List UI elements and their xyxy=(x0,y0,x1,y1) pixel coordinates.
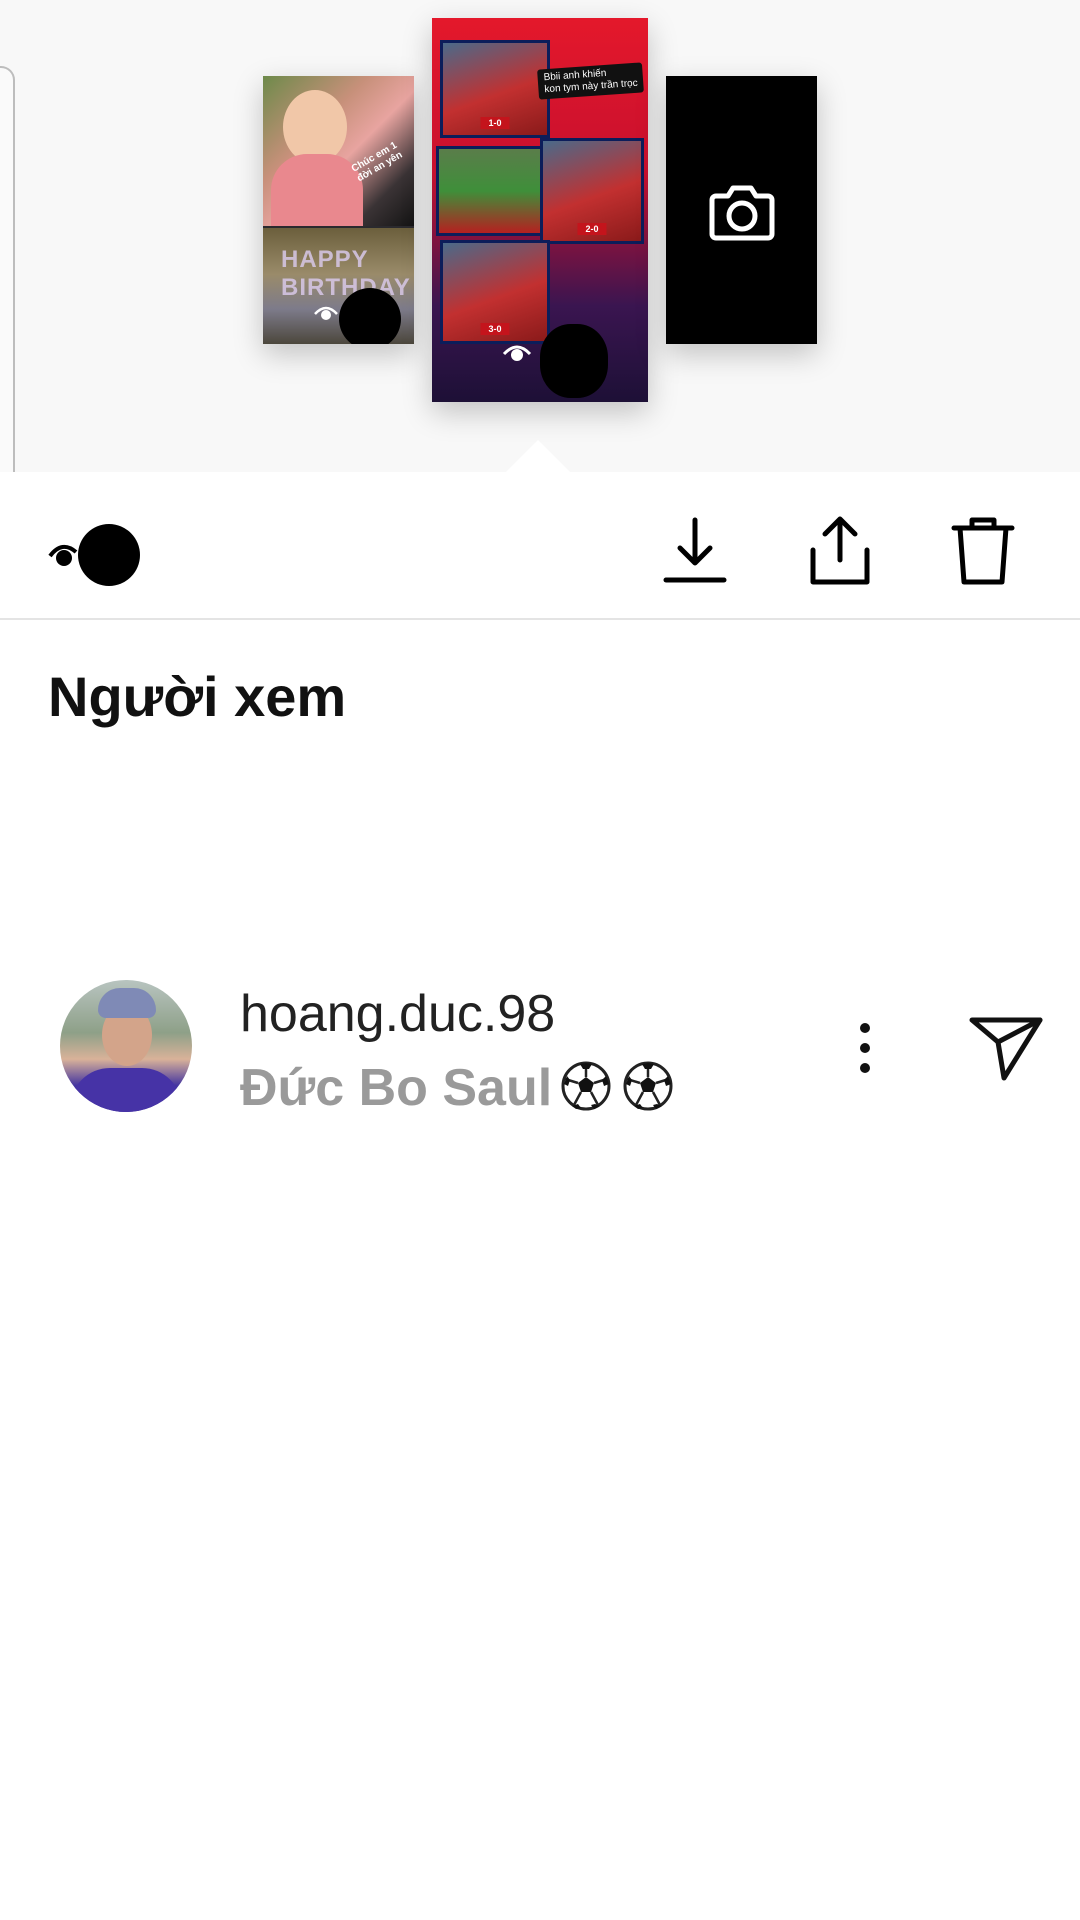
add-story-camera[interactable] xyxy=(666,76,817,344)
avatar-shirt xyxy=(70,1068,182,1112)
story-gallery: Chúc em 1 đời an yên HAPPY BIRTHDAY 1-0 … xyxy=(0,0,1080,510)
previous-panel-edge[interactable] xyxy=(0,66,15,510)
send-icon xyxy=(969,1017,1043,1081)
score-badge: 3-0 xyxy=(480,323,510,335)
viewer-list-item[interactable]: hoang.duc.98 Đức Bo Saul xyxy=(0,970,1080,1120)
redaction-blob xyxy=(540,324,608,398)
more-vertical-icon xyxy=(860,1023,870,1073)
send-message-button[interactable] xyxy=(968,1012,1044,1084)
score-badge: 1-0 xyxy=(480,117,510,129)
score-badge: 2-0 xyxy=(577,223,607,235)
share-icon xyxy=(810,516,870,585)
viewers-title: Người xem xyxy=(48,665,347,728)
redaction-blob xyxy=(78,524,140,586)
viewer-full-name: Đức Bo Saul xyxy=(240,1059,553,1117)
download-button[interactable] xyxy=(660,512,730,588)
football-tile-4: 3-0 xyxy=(440,240,550,344)
story-action-bar xyxy=(0,472,1080,620)
viewer-username[interactable]: hoang.duc.98 xyxy=(240,984,555,1044)
selected-pointer xyxy=(506,440,570,472)
football-tile-3: 2-0 xyxy=(540,138,644,244)
story-thumbnail-football[interactable]: 1-0 Bbii anh khiến kon tym này trần trọc… xyxy=(432,18,648,402)
camera-icon xyxy=(709,185,775,241)
view-count[interactable] xyxy=(48,522,148,592)
football-tile-1: 1-0 xyxy=(440,40,550,138)
soccer-ball-icon xyxy=(561,1061,611,1111)
share-button[interactable] xyxy=(805,512,875,588)
happy-birthday-text: HAPPY BIRTHDAY xyxy=(281,246,411,301)
football-caption: Bbii anh khiến kon tym này trần trọc xyxy=(537,62,645,100)
more-options-button[interactable] xyxy=(845,1018,885,1078)
redaction-blob xyxy=(339,288,401,344)
football-tile-2 xyxy=(436,146,548,236)
soccer-ball-emojis xyxy=(560,1060,684,1112)
story-thumbnail-birthday[interactable]: Chúc em 1 đời an yên HAPPY BIRTHDAY xyxy=(263,76,414,344)
download-icon xyxy=(663,517,727,583)
child-face xyxy=(283,90,347,164)
soccer-ball-icon xyxy=(623,1061,673,1111)
avatar-hair xyxy=(98,988,156,1018)
avatar[interactable] xyxy=(60,980,192,1112)
trash-icon xyxy=(951,517,1015,585)
eye-icon xyxy=(502,340,532,370)
eye-icon xyxy=(313,302,339,328)
delete-button[interactable] xyxy=(948,512,1018,588)
